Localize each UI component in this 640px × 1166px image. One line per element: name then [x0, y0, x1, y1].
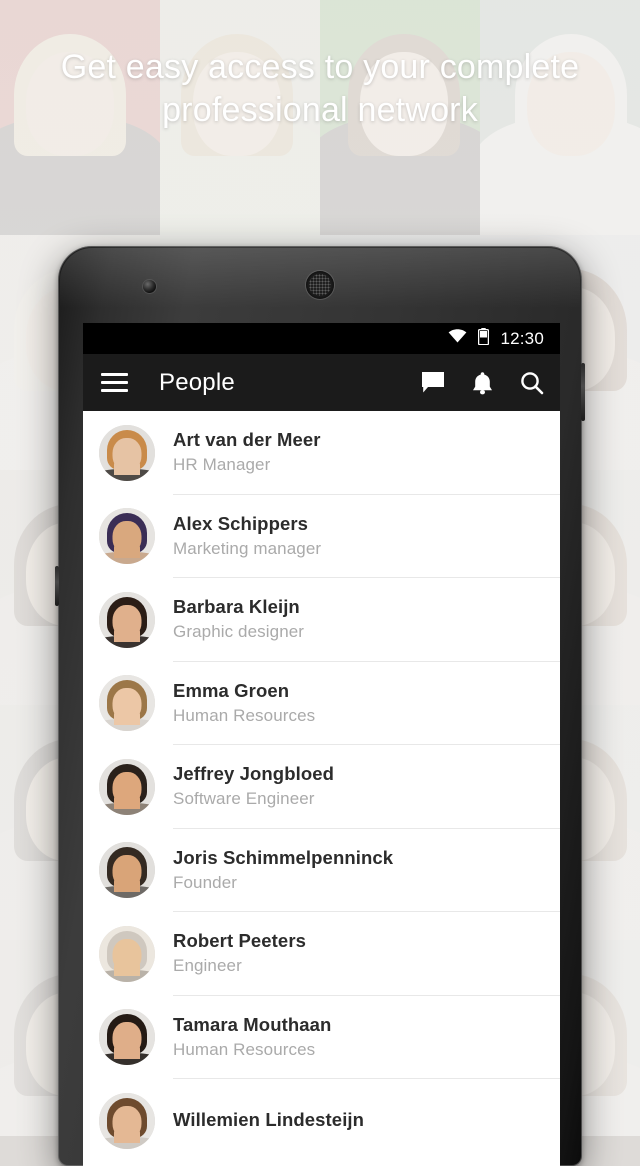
status-bar: 12:30: [83, 323, 560, 354]
person-list-item[interactable]: Joris Schimmelpenninck Founder: [83, 828, 560, 912]
person-list-item[interactable]: Barbara Kleijn Graphic designer: [83, 578, 560, 662]
avatar: [99, 424, 155, 481]
person-text: Willemien Lindesteijn: [173, 1108, 364, 1133]
person-title: HR Manager: [173, 455, 271, 475]
person-title: Marketing manager: [173, 538, 322, 558]
hamburger-line: [101, 373, 128, 376]
person-name: Jeffrey Jongbloed: [173, 763, 335, 785]
power-button[interactable]: [581, 363, 585, 421]
person-list-item[interactable]: Art van der Meer HR Manager: [83, 411, 560, 495]
avatar: [99, 1092, 155, 1149]
chat-bubble-icon[interactable]: [421, 371, 445, 394]
phone-screen: 12:30 People Art van der Meer HR Manager…: [83, 323, 560, 1166]
person-text: Tamara Mouthaan Human Resources: [173, 1013, 331, 1062]
person-text: Emma Groen Human Resources: [173, 679, 315, 728]
person-title: Human Resources: [173, 705, 316, 725]
person-name: Joris Schimmelpenninck: [173, 846, 394, 868]
avatar: [99, 925, 155, 982]
status-bar-icons: 12:30: [448, 327, 544, 350]
front-camera-icon: [143, 280, 156, 293]
person-title: Graphic designer: [173, 622, 305, 642]
volume-button[interactable]: [55, 566, 59, 606]
hamburger-line: [101, 381, 128, 384]
person-title: Founder: [173, 872, 238, 892]
avatar: [99, 591, 155, 648]
status-bar-clock: 12:30: [500, 328, 544, 348]
people-list[interactable]: Art van der Meer HR Manager Alex Schippers…: [83, 411, 560, 1166]
person-name: Willemien Lindesteijn: [173, 1109, 365, 1131]
person-list-item[interactable]: Jeffrey Jongbloed Software Engineer: [83, 745, 560, 829]
person-text: Alex Schippers Marketing manager: [173, 512, 321, 561]
battery-icon: [478, 327, 490, 350]
person-title: Engineer: [173, 956, 242, 976]
search-icon[interactable]: [520, 371, 544, 395]
avatar: [99, 758, 155, 815]
wifi-icon: [448, 329, 467, 348]
avatar: [99, 675, 155, 732]
person-text: Barbara Kleijn Graphic designer: [173, 595, 304, 644]
person-text: Joris Schimmelpenninck Founder: [173, 846, 393, 895]
app-bar-actions: [421, 371, 544, 395]
page-headline: Get easy access to your complete profess…: [60, 48, 580, 129]
phone-mockup: 12:30 People Art van der Meer HR Manager…: [55, 246, 585, 1166]
speaker-mesh: [309, 274, 331, 296]
earpiece-speaker-icon: [306, 271, 334, 299]
person-name: Emma Groen: [173, 679, 290, 701]
person-name: Robert Peeters: [173, 930, 307, 952]
person-list-item[interactable]: Tamara Mouthaan Human Resources: [83, 995, 560, 1079]
person-text: Jeffrey Jongbloed Software Engineer: [173, 762, 334, 811]
person-list-item[interactable]: Alex Schippers Marketing manager: [83, 494, 560, 578]
person-list-item[interactable]: Emma Groen Human Resources: [83, 661, 560, 745]
person-list-item[interactable]: Robert Peeters Engineer: [83, 912, 560, 996]
hamburger-line: [101, 389, 128, 392]
app-bar: People: [83, 354, 560, 411]
person-name: Art van der Meer: [173, 429, 321, 451]
person-name: Barbara Kleijn: [173, 596, 300, 618]
person-text: Art van der Meer HR Manager: [173, 428, 321, 477]
person-list-item[interactable]: Willemien Lindesteijn: [83, 1079, 560, 1163]
avatar: [99, 508, 155, 565]
person-title: Software Engineer: [173, 789, 315, 809]
person-name: Alex Schippers: [173, 512, 309, 534]
avatar: [99, 842, 155, 899]
hamburger-menu-icon[interactable]: [101, 373, 128, 392]
avatar: [99, 1009, 155, 1066]
person-title: Human Resources: [173, 1039, 316, 1059]
person-text: Robert Peeters Engineer: [173, 929, 306, 978]
person-name: Tamara Mouthaan: [173, 1013, 332, 1035]
app-bar-title: People: [159, 368, 235, 396]
bell-icon[interactable]: [472, 371, 493, 395]
